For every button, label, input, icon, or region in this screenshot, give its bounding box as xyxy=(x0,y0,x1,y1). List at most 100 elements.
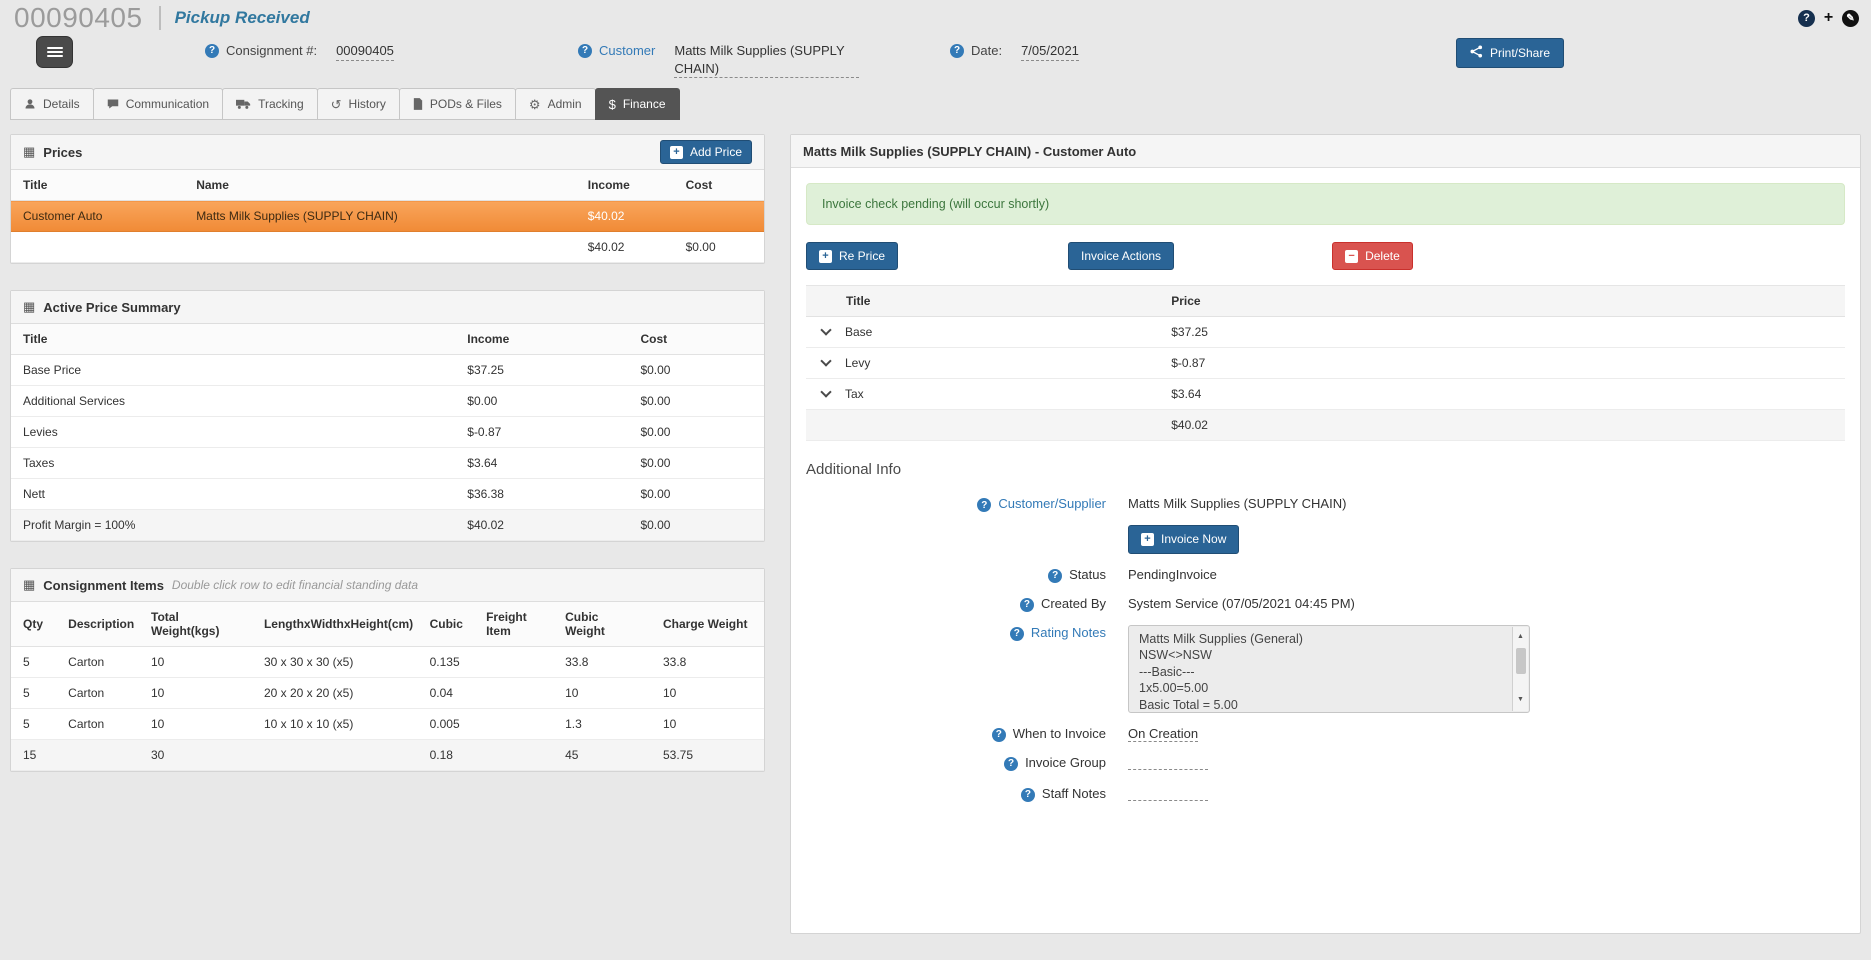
item-row[interactable]: 5 Carton 10 20 x 20 x 20 (x5) 0.04 10 10 xyxy=(11,677,764,710)
invoice-group-editable[interactable] xyxy=(1128,755,1208,770)
invoice-now-label: Invoice Now xyxy=(1161,532,1227,547)
invoice-now-button[interactable]: + Invoice Now xyxy=(1128,525,1240,554)
column-header: Freight Item xyxy=(474,602,554,648)
column-header: Description xyxy=(56,602,139,648)
chevron-down-icon[interactable] xyxy=(820,355,832,368)
price-row-selected[interactable]: Customer Auto Matts Milk Supplies (SUPPL… xyxy=(11,200,764,233)
user-icon xyxy=(24,98,36,110)
invoice-panel-header: Matts Milk Supplies (SUPPLY CHAIN) - Cus… xyxy=(791,135,1860,168)
consignment-number-heading: 00090405 xyxy=(14,2,143,33)
column-header: Cubic xyxy=(417,602,475,648)
status-value: PendingInvoice xyxy=(1128,566,1217,582)
edit-icon[interactable]: ✎ xyxy=(1842,9,1859,27)
question-icon[interactable]: ? xyxy=(1048,568,1063,583)
tab-label: Admin xyxy=(547,97,582,111)
question-icon[interactable]: ? xyxy=(977,498,992,513)
breakdown-price: $3.64 xyxy=(1159,378,1845,411)
tab-admin[interactable]: ⚙ Admin xyxy=(514,88,596,120)
menu-button[interactable] xyxy=(36,36,73,68)
column-header: Title xyxy=(806,285,1160,318)
tab-finance[interactable]: $ Finance xyxy=(594,88,680,120)
question-icon[interactable]: ? xyxy=(1019,597,1034,612)
plus-icon: + xyxy=(819,249,832,263)
customer-label[interactable]: Customer xyxy=(599,42,655,60)
rating-notes-text: Matts Milk Supplies (General) NSW<>NSW -… xyxy=(1139,631,1303,712)
tab-history[interactable]: ↺ History xyxy=(316,88,400,120)
table-icon: ▦ xyxy=(23,577,36,593)
consignment-field: ? Consignment #: 00090405 xyxy=(205,42,394,61)
breakdown-title: Base xyxy=(845,325,873,340)
column-header: Cubic Weight xyxy=(553,602,651,648)
price-breakdown-row[interactable]: Base $37.25 xyxy=(806,316,1845,349)
chevron-down-icon[interactable] xyxy=(820,386,832,399)
staff-notes-label: Staff Notes xyxy=(1041,785,1106,801)
table-header-row: Qty Description Total Weight(kgs) Length… xyxy=(11,602,764,648)
breakdown-price: $-0.87 xyxy=(1159,347,1845,380)
summary-row: Taxes $3.64 $0.00 xyxy=(11,447,764,480)
question-icon[interactable]: ? xyxy=(578,44,592,58)
column-header: Cost xyxy=(628,324,764,356)
question-icon[interactable]: ? xyxy=(1020,787,1035,802)
invoice-actions-button[interactable]: Invoice Actions xyxy=(1068,242,1175,271)
question-icon[interactable]: ? xyxy=(991,727,1006,742)
truck-icon xyxy=(236,98,251,110)
table-icon: ▦ xyxy=(23,299,36,315)
tab-communication[interactable]: Communication xyxy=(92,88,224,120)
question-icon[interactable]: ? xyxy=(950,44,964,58)
breakdown-title: Levy xyxy=(845,356,871,371)
consignment-items-table: Qty Description Total Weight(kgs) Length… xyxy=(11,602,764,772)
cell-income: $40.02 xyxy=(575,200,674,233)
scrollbar-thumb[interactable] xyxy=(1515,648,1526,675)
scroll-down-icon[interactable]: ▼ xyxy=(1517,692,1524,709)
history-icon: ↺ xyxy=(330,96,342,112)
scrollbar[interactable]: ▲ ▼ xyxy=(1512,626,1528,711)
delete-button[interactable]: − Delete xyxy=(1332,242,1413,271)
minus-icon: − xyxy=(1345,249,1359,263)
question-icon[interactable]: ? xyxy=(205,44,219,58)
panel-subtitle: Double click row to edit financial stand… xyxy=(171,578,419,593)
question-icon[interactable]: ? xyxy=(1009,626,1024,641)
consignment-items-panel: ▦ Consignment Items Double click row to … xyxy=(10,568,765,773)
item-row[interactable]: 5 Carton 10 30 x 30 x 30 (x5) 0.135 33.8… xyxy=(11,646,764,679)
customer-supplier-label[interactable]: Customer/Supplier xyxy=(998,496,1106,512)
customer-supplier-row: ? Customer/Supplier Matts Milk Supplies … xyxy=(806,494,1845,513)
when-to-invoice-editable[interactable]: On Creation xyxy=(1128,725,1199,742)
tab-label: Finance xyxy=(622,97,666,111)
page-header: 00090405 Pickup Received ? + ✎ xyxy=(0,0,1871,34)
customer-supplier-value: Matts Milk Supplies (SUPPLY CHAIN) xyxy=(1128,496,1347,512)
tab-tracking[interactable]: Tracking xyxy=(222,88,318,120)
help-icon[interactable]: ? xyxy=(1798,9,1815,27)
re-price-button[interactable]: + Re Price xyxy=(806,242,899,271)
tab-label: Tracking xyxy=(258,97,304,111)
column-header: Charge Weight xyxy=(651,602,764,648)
panel-title: Consignment Items xyxy=(43,577,164,593)
re-price-label: Re Price xyxy=(839,249,886,263)
price-breakdown-row[interactable]: Levy $-0.87 xyxy=(806,347,1845,380)
chevron-down-icon[interactable] xyxy=(820,324,832,337)
share-icon xyxy=(1470,45,1483,61)
rating-notes-label[interactable]: Rating Notes xyxy=(1031,625,1106,641)
price-summary-table: Title Income Cost Base Price $37.25 $0.0… xyxy=(11,324,764,542)
tab-details[interactable]: Details xyxy=(10,88,94,120)
rating-notes-row: ? Rating Notes Matts Milk Supplies (Gene… xyxy=(806,623,1845,713)
question-icon[interactable]: ? xyxy=(1004,756,1019,771)
date-editable[interactable]: 7/05/2021 xyxy=(1021,42,1079,61)
staff-notes-editable[interactable] xyxy=(1128,786,1208,801)
right-column: Matts Milk Supplies (SUPPLY CHAIN) - Cus… xyxy=(790,134,1861,960)
when-to-invoice-label: When to Invoice xyxy=(1012,725,1106,741)
status-label: Status xyxy=(1069,566,1106,582)
rating-notes-box: Matts Milk Supplies (General) NSW<>NSW -… xyxy=(1128,624,1530,713)
staff-notes-row: ? Staff Notes xyxy=(806,784,1845,804)
item-row[interactable]: 5 Carton 10 10 x 10 x 10 (x5) 0.005 1.3 … xyxy=(11,708,764,741)
customer-field: ? Customer Matts Milk Supplies (SUPPLY C… xyxy=(578,42,860,79)
invoice-panel-body: Invoice check pending (will occur shortl… xyxy=(791,168,1860,830)
items-total-row: 15 30 0.18 45 53.75 xyxy=(11,739,764,772)
tab-pods-files[interactable]: PODs & Files xyxy=(398,88,516,120)
price-breakdown-row[interactable]: Tax $3.64 xyxy=(806,378,1845,411)
consignment-number-editable[interactable]: 00090405 xyxy=(336,42,394,61)
print-share-button[interactable]: Print/Share xyxy=(1456,38,1565,69)
scroll-up-icon[interactable]: ▲ xyxy=(1517,629,1524,646)
add-price-button[interactable]: + Add Price xyxy=(659,140,752,165)
add-icon[interactable]: + xyxy=(1820,9,1837,27)
customer-editable[interactable]: Matts Milk Supplies (SUPPLY CHAIN) xyxy=(674,42,860,79)
